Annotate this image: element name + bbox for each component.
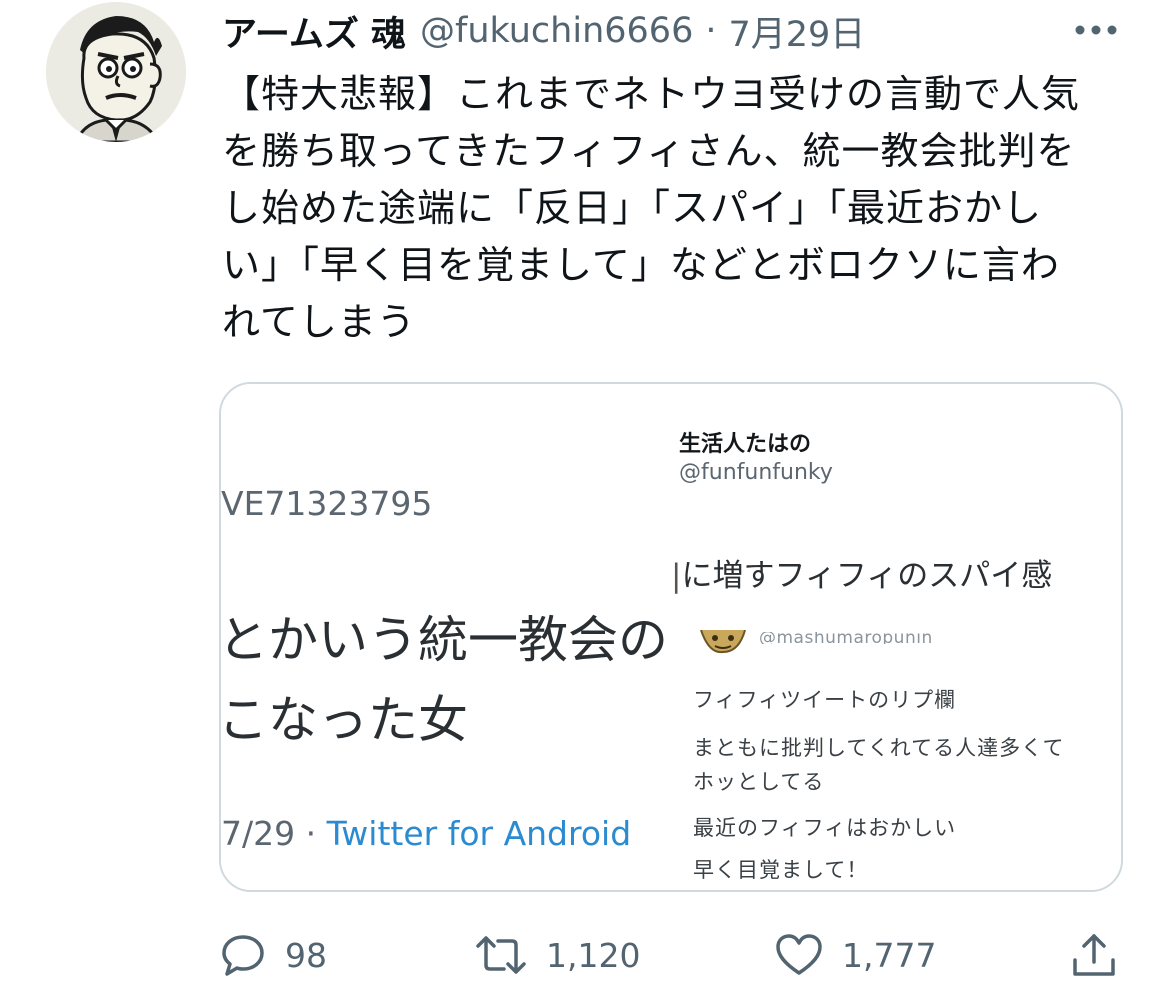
embedded-sub-handle: @mashumaropunin_ bbox=[759, 632, 942, 644]
tweet-text-line: し始めた途端に「反日」「スパイ」「最近おかし bbox=[222, 186, 1043, 230]
embedded-display-name: 生活人たはの bbox=[679, 432, 812, 457]
embedded-quote-text: に増すフィフィのスパイ感 bbox=[681, 558, 1053, 594]
like-icon[interactable] bbox=[774, 931, 824, 979]
embedded-avatar bbox=[699, 630, 749, 656]
tweet-text-line: 【特大悲報】これまでネトウヨ受けの言動で人気 bbox=[222, 72, 1081, 116]
embedded-text-line: こなった女 bbox=[221, 691, 468, 749]
embedded-reply-line: フィフィツイートのリプ欄 bbox=[693, 688, 957, 712]
media-image-left[interactable]: VE71323795 とかいう統一教会の こなった女 7/29 · Twitte… bbox=[221, 384, 669, 890]
share-icon[interactable] bbox=[1069, 930, 1119, 980]
tweet-text-line: れてしまう bbox=[222, 300, 416, 344]
tweet[interactable]: アームズ 魂 @fukuchin6666 · 7月29日 【特大悲報】これまでネ… bbox=[0, 0, 1169, 1001]
avatar-illustration bbox=[46, 2, 186, 142]
media-card[interactable]: VE71323795 とかいう統一教会の こなった女 7/29 · Twitte… bbox=[219, 382, 1123, 892]
avatar[interactable] bbox=[46, 2, 186, 142]
tweet-date[interactable]: 7月29日 bbox=[728, 6, 865, 57]
like-count: 1,777 bbox=[842, 935, 937, 975]
tweet-header: アームズ 魂 @fukuchin6666 · 7月29日 bbox=[222, 6, 865, 56]
embedded-reply-line: 早く目覚まして！ bbox=[693, 858, 869, 882]
retweet-button[interactable]: 1,120 bbox=[474, 920, 640, 990]
media-image-right[interactable]: 生活人たはの @funfunfunky |に増すフィフィのスパイ感 @mashu… bbox=[669, 384, 1121, 890]
reply-count: 98 bbox=[285, 935, 327, 975]
embedded-reply-line: まともに批判してくれてる人達多くて bbox=[693, 736, 1065, 760]
tweet-text: 【特大悲報】これまでネトウヨ受けの言動で人気 を勝ち取ってきたフィフィさん、統一… bbox=[222, 66, 1102, 351]
embedded-date: 7/29 bbox=[221, 814, 296, 853]
reply-icon[interactable] bbox=[219, 931, 267, 979]
id-fragment: VE71323795 bbox=[221, 484, 433, 523]
embedded-reply-line: 最近のフィフィはおかしい bbox=[693, 816, 957, 840]
embedded-footer: 7/29 · Twitter for Android bbox=[221, 814, 631, 853]
retweet-count: 1,120 bbox=[546, 935, 641, 975]
user-handle[interactable]: @fukuchin6666 bbox=[420, 11, 693, 51]
tweet-text-line: い」「早く目を覚まして」などとボロクソに言わ bbox=[222, 243, 1060, 287]
tweet-text-line: を勝ち取ってきたフィフィさん、統一教会批判を bbox=[222, 129, 1076, 173]
reply-button[interactable]: 98 bbox=[219, 920, 327, 990]
embedded-reply-line: ホッとしてる bbox=[693, 770, 825, 794]
embedded-handle: @funfunfunky bbox=[679, 460, 833, 485]
embedded-source: Twitter for Android bbox=[326, 814, 632, 853]
retweet-icon[interactable] bbox=[474, 931, 528, 979]
action-bar: 98 1,120 1,777 bbox=[0, 920, 1169, 990]
display-name[interactable]: アームズ 魂 bbox=[222, 6, 406, 57]
like-button[interactable]: 1,777 bbox=[774, 920, 936, 990]
share-button[interactable] bbox=[1069, 920, 1119, 990]
embedded-quote: |に増すフィフィのスパイ感 bbox=[671, 558, 1053, 594]
embedded-text-line: とかいう統一教会の bbox=[221, 611, 668, 669]
embedded-separator: · bbox=[305, 814, 317, 853]
header-separator: · bbox=[705, 11, 717, 51]
more-icon[interactable] bbox=[1073, 18, 1119, 42]
